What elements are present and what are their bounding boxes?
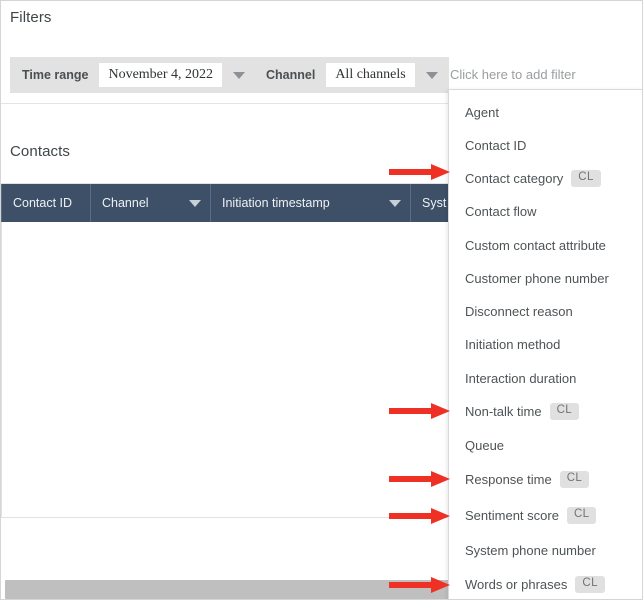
contact-lens-badge: CL (560, 471, 590, 488)
dropdown-item-queue[interactable]: Queue (449, 429, 643, 462)
dropdown-item-label: System phone number (465, 543, 596, 558)
dropdown-item-custom-contact-attribute[interactable]: Custom contact attribute (449, 229, 643, 262)
dropdown-item-contact-flow[interactable]: Contact flow (449, 195, 643, 228)
chevron-down-icon[interactable] (415, 72, 449, 79)
dropdown-item-label: Non-talk time (465, 404, 542, 419)
dropdown-item-label: Disconnect reason (465, 304, 573, 319)
dropdown-item-sentiment-score[interactable]: Sentiment score CL (449, 499, 643, 532)
contact-lens-badge: CL (571, 170, 601, 187)
dropdown-item-interaction-duration[interactable]: Interaction duration (449, 362, 643, 395)
table-column-initiation-timestamp[interactable]: Initiation timestamp (211, 184, 411, 222)
dropdown-item-non-talk-time[interactable]: Non-talk time CL (449, 395, 643, 428)
dropdown-item-label: Agent (465, 105, 499, 120)
filter-pill-time-range[interactable]: Time range November 4, 2022 (10, 57, 256, 93)
dropdown-item-label: Queue (465, 438, 504, 453)
contacts-title: Contacts (10, 143, 70, 160)
dropdown-item-system-phone-number[interactable]: System phone number (449, 534, 643, 567)
dropdown-item-label: Contact category (465, 171, 563, 186)
dropdown-item-label: Contact ID (465, 138, 526, 153)
filters-title: Filters (10, 9, 52, 26)
table-column-label: Contact ID (2, 196, 90, 210)
dropdown-item-customer-phone-number[interactable]: Customer phone number (449, 262, 643, 295)
filter-pill-channel[interactable]: Channel All channels (254, 57, 449, 93)
table-column-label: Initiation timestamp (211, 196, 380, 210)
contact-lens-badge: CL (550, 403, 580, 420)
dropdown-item-words-or-phrases[interactable]: Words or phrases CL (449, 568, 643, 600)
filter-label-time-range: Time range (10, 68, 99, 82)
dropdown-item-disconnect-reason[interactable]: Disconnect reason (449, 295, 643, 328)
chevron-down-icon[interactable] (222, 72, 256, 79)
contact-lens-badge: CL (567, 507, 597, 524)
filter-value-time-range[interactable]: November 4, 2022 (99, 63, 222, 87)
add-filter-hint[interactable]: Click here to add filter (450, 67, 576, 82)
dropdown-item-contact-id[interactable]: Contact ID (449, 129, 643, 162)
dropdown-item-label: Interaction duration (465, 371, 576, 386)
dropdown-item-label: Response time (465, 472, 552, 487)
add-filter-dropdown: Agent Contact ID Contact category CL Con… (448, 89, 643, 600)
chevron-down-icon[interactable] (180, 200, 210, 207)
dropdown-item-label: Words or phrases (465, 577, 567, 592)
table-column-label: Channel (91, 196, 180, 210)
dropdown-item-initiation-method[interactable]: Initiation method (449, 328, 643, 361)
dropdown-item-label: Sentiment score (465, 508, 559, 523)
dropdown-item-contact-category[interactable]: Contact category CL (449, 162, 643, 195)
chevron-down-icon[interactable] (380, 200, 410, 207)
contact-lens-badge: CL (575, 576, 605, 593)
dropdown-item-label: Initiation method (465, 337, 560, 352)
dropdown-item-response-time[interactable]: Response time CL (449, 463, 643, 496)
table-column-channel[interactable]: Channel (91, 184, 211, 222)
dropdown-item-label: Customer phone number (465, 271, 609, 286)
dropdown-item-agent[interactable]: Agent (449, 96, 643, 129)
app-screen: Filters Time range November 4, 2022 Chan… (0, 0, 643, 600)
filter-label-channel: Channel (254, 68, 326, 82)
dropdown-item-label: Contact flow (465, 204, 537, 219)
table-column-contact-id[interactable]: Contact ID (1, 184, 91, 222)
filter-value-channel[interactable]: All channels (326, 63, 414, 87)
dropdown-item-label: Custom contact attribute (465, 238, 606, 253)
